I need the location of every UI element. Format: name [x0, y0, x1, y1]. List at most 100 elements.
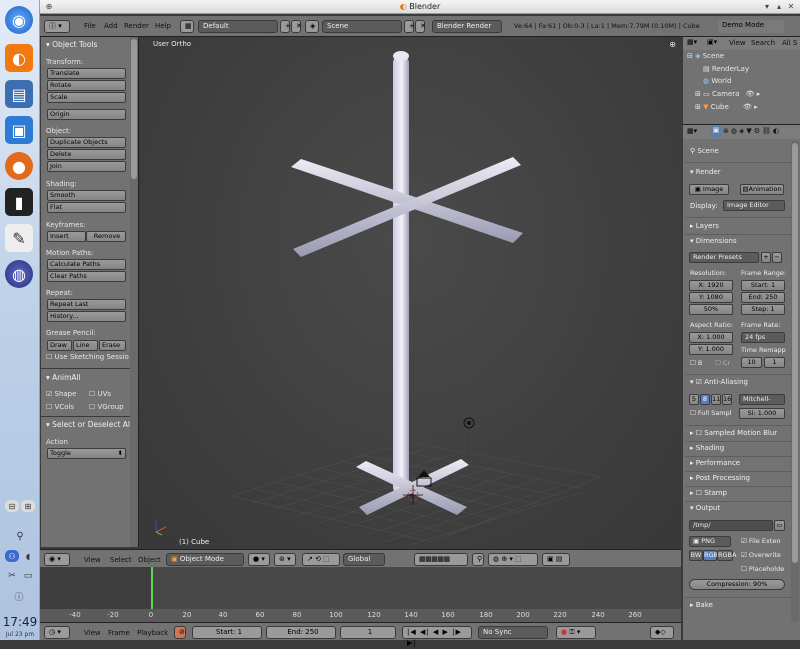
- orientation-select[interactable]: Global: [343, 553, 385, 566]
- end-frame-field[interactable]: End: 250: [266, 626, 336, 639]
- dimensions-panel-header[interactable]: ▾ Dimensions: [690, 237, 737, 245]
- properties-scroll-thumb[interactable]: [792, 143, 798, 563]
- kde-menu-icon[interactable]: ◉: [5, 6, 33, 34]
- vcols-checkbox[interactable]: ☐ VCols: [46, 403, 74, 411]
- select-icon[interactable]: ▸: [757, 90, 761, 98]
- keyframe-insert-icons[interactable]: ◆◇: [650, 626, 674, 639]
- menu-render[interactable]: Render: [124, 20, 149, 33]
- lock-layers-icon[interactable]: ⚲: [472, 553, 484, 566]
- outliner-item-scene[interactable]: ⊟ ◈ Scene: [687, 52, 724, 60]
- properties-editor-icon[interactable]: ▦▾: [687, 127, 697, 135]
- border-checkbox[interactable]: ☐ B: [690, 359, 702, 367]
- timeline-editor-type-icon[interactable]: ◷ ▾: [44, 626, 70, 639]
- image-viewer-icon[interactable]: ▣: [5, 116, 33, 144]
- text-editor-icon[interactable]: ✎: [5, 224, 33, 252]
- performance-panel-header[interactable]: ▸ Performance: [690, 459, 740, 467]
- shelf-scroll-thumb[interactable]: [131, 39, 137, 179]
- anti-aliasing-header[interactable]: ▾ ☑ Anti-Aliasing: [690, 378, 748, 386]
- select-menu[interactable]: Select: [110, 554, 132, 567]
- remove-keyframe-button[interactable]: Remove: [86, 231, 126, 242]
- maximize-icon[interactable]: ▴: [774, 2, 784, 12]
- file-extensions-checkbox[interactable]: ☑ File Exten: [741, 537, 780, 545]
- resolution-x-field[interactable]: X: 1920: [689, 280, 733, 291]
- pin-icon[interactable]: ⚲: [690, 147, 695, 155]
- aa-filter-select[interactable]: Mitchell-: [739, 394, 785, 405]
- scene-remove-icon[interactable]: ✕: [415, 20, 426, 33]
- outliner-view-menu[interactable]: View: [729, 39, 746, 47]
- layout-remove-icon[interactable]: ✕: [291, 20, 302, 33]
- manipulator-toggles[interactable]: ↗ ⟲ ⬚: [302, 553, 340, 566]
- select-deselect-header[interactable]: ▾ Select or Deselect All: [46, 420, 132, 429]
- outliner-item-renderlayers[interactable]: ▤ RenderLay: [703, 65, 749, 73]
- color-mode-rgba[interactable]: RGBA: [717, 550, 736, 561]
- use-sketching-checkbox[interactable]: ☐ Use Sketching Sessio: [46, 353, 129, 361]
- playback-controls[interactable]: |◀ ◀| ◀ ▶ |▶ ▶|: [402, 626, 472, 647]
- render-tab-icon[interactable]: ▣: [711, 126, 721, 137]
- aspect-x-field[interactable]: X: 1.000: [689, 332, 733, 343]
- join-button[interactable]: Join: [47, 161, 126, 172]
- layout-add-icon[interactable]: +: [280, 20, 291, 33]
- filter-size-field[interactable]: Si: 1.000: [739, 408, 785, 419]
- display-select[interactable]: Image Editor: [723, 200, 785, 211]
- demo-mode-button[interactable]: Demo Mode: [718, 20, 784, 33]
- pivot-point-select[interactable]: ⊛ ▾: [274, 553, 296, 566]
- editor-type-icon[interactable]: ⓘ ▾: [44, 20, 70, 33]
- remap-new-field[interactable]: 1: [764, 357, 785, 368]
- color-mode-rgb[interactable]: RGB: [703, 550, 718, 561]
- line-button[interactable]: Line: [73, 340, 98, 351]
- full-sample-checkbox[interactable]: ☐ Full Sampl: [690, 409, 731, 417]
- aspect-y-field[interactable]: Y: 1.000: [689, 344, 733, 355]
- rotate-button[interactable]: Rotate: [47, 80, 126, 91]
- uvs-checkbox[interactable]: ☐ UVs: [89, 390, 111, 398]
- post-processing-panel-header[interactable]: ▸ Post Processing: [690, 474, 750, 482]
- frame-rate-select[interactable]: 24 fps: [741, 332, 785, 343]
- outliner-editor-icon[interactable]: ▦▾: [687, 38, 697, 46]
- select-icon[interactable]: ▸: [754, 103, 758, 111]
- 3d-viewport[interactable]: User Ortho ⊕ (1) Cube: [141, 37, 681, 549]
- minimize-icon[interactable]: ▾: [762, 2, 772, 12]
- network-icon[interactable]: ⚇: [5, 550, 19, 562]
- current-frame-field[interactable]: 1: [340, 626, 396, 639]
- keying-icons[interactable]: ● ⚿ ▾: [556, 626, 596, 639]
- menu-add[interactable]: Add: [104, 20, 118, 33]
- outliner-all-scenes[interactable]: All S: [782, 39, 797, 47]
- terminal-icon[interactable]: ▮: [5, 188, 33, 216]
- snap-tools[interactable]: ◍ ⊕ ▾ ⬚: [488, 553, 538, 566]
- object-tools-header[interactable]: ▾ Object Tools: [46, 40, 97, 49]
- other-tabs-icons[interactable]: ⊛◍◈▼⚙⛓◐: [723, 127, 781, 135]
- clipboard-icon[interactable]: ▭: [21, 570, 35, 582]
- render-panel-header[interactable]: ▾ Render: [690, 168, 721, 176]
- timeline-view-menu[interactable]: View: [84, 627, 101, 640]
- view-menu[interactable]: View: [84, 554, 101, 567]
- blender-icon[interactable]: ◐: [5, 44, 33, 72]
- scene-select[interactable]: Scene: [322, 20, 402, 33]
- preview-range-icon[interactable]: ⊘: [174, 626, 186, 639]
- remap-old-field[interactable]: 10: [741, 357, 762, 368]
- repeat-last-button[interactable]: Repeat Last: [47, 299, 126, 310]
- resolution-y-field[interactable]: Y: 1080: [689, 292, 733, 303]
- motion-blur-header[interactable]: ▸ ☐ Sampled Motion Blur: [690, 429, 777, 437]
- color-mode-bw[interactable]: BW: [689, 550, 703, 561]
- render-animation-button[interactable]: ▤Animation: [740, 184, 784, 195]
- object-menu[interactable]: Object: [138, 554, 161, 567]
- window-menu-icon[interactable]: ⊕: [44, 2, 54, 12]
- globe-icon[interactable]: ◍: [5, 260, 33, 288]
- insert-keyframe-button[interactable]: Insert: [47, 231, 86, 242]
- file-manager-icon[interactable]: ▤: [5, 80, 33, 108]
- tray-icon[interactable]: ⊟: [5, 500, 19, 512]
- placeholders-checkbox[interactable]: ☐ Placeholde: [741, 565, 784, 573]
- compression-slider[interactable]: Compression: 90%: [689, 579, 785, 590]
- clear-paths-button[interactable]: Clear Paths: [47, 271, 126, 282]
- outliner-filter-icon[interactable]: ▣▾: [707, 38, 717, 46]
- outliner-item-cube[interactable]: ⊞ ▼ Cube 👁 ▸: [695, 103, 758, 111]
- volume-icon[interactable]: ◖: [21, 550, 35, 562]
- stamp-panel-header[interactable]: ▸ ☐ Stamp: [690, 489, 727, 497]
- aa-samples-5[interactable]: 5: [689, 394, 699, 405]
- scene-icon[interactable]: ◈: [305, 20, 319, 33]
- visibility-icon[interactable]: 👁: [743, 103, 752, 111]
- render-presets-select[interactable]: Render Presets: [689, 252, 759, 263]
- crop-checkbox[interactable]: ☐ Cr: [715, 359, 730, 367]
- action-select[interactable]: Toggle ⬍: [47, 448, 126, 459]
- output-path-field[interactable]: /tmp/: [689, 520, 773, 531]
- viewport-shading-select[interactable]: ● ▾: [248, 553, 270, 566]
